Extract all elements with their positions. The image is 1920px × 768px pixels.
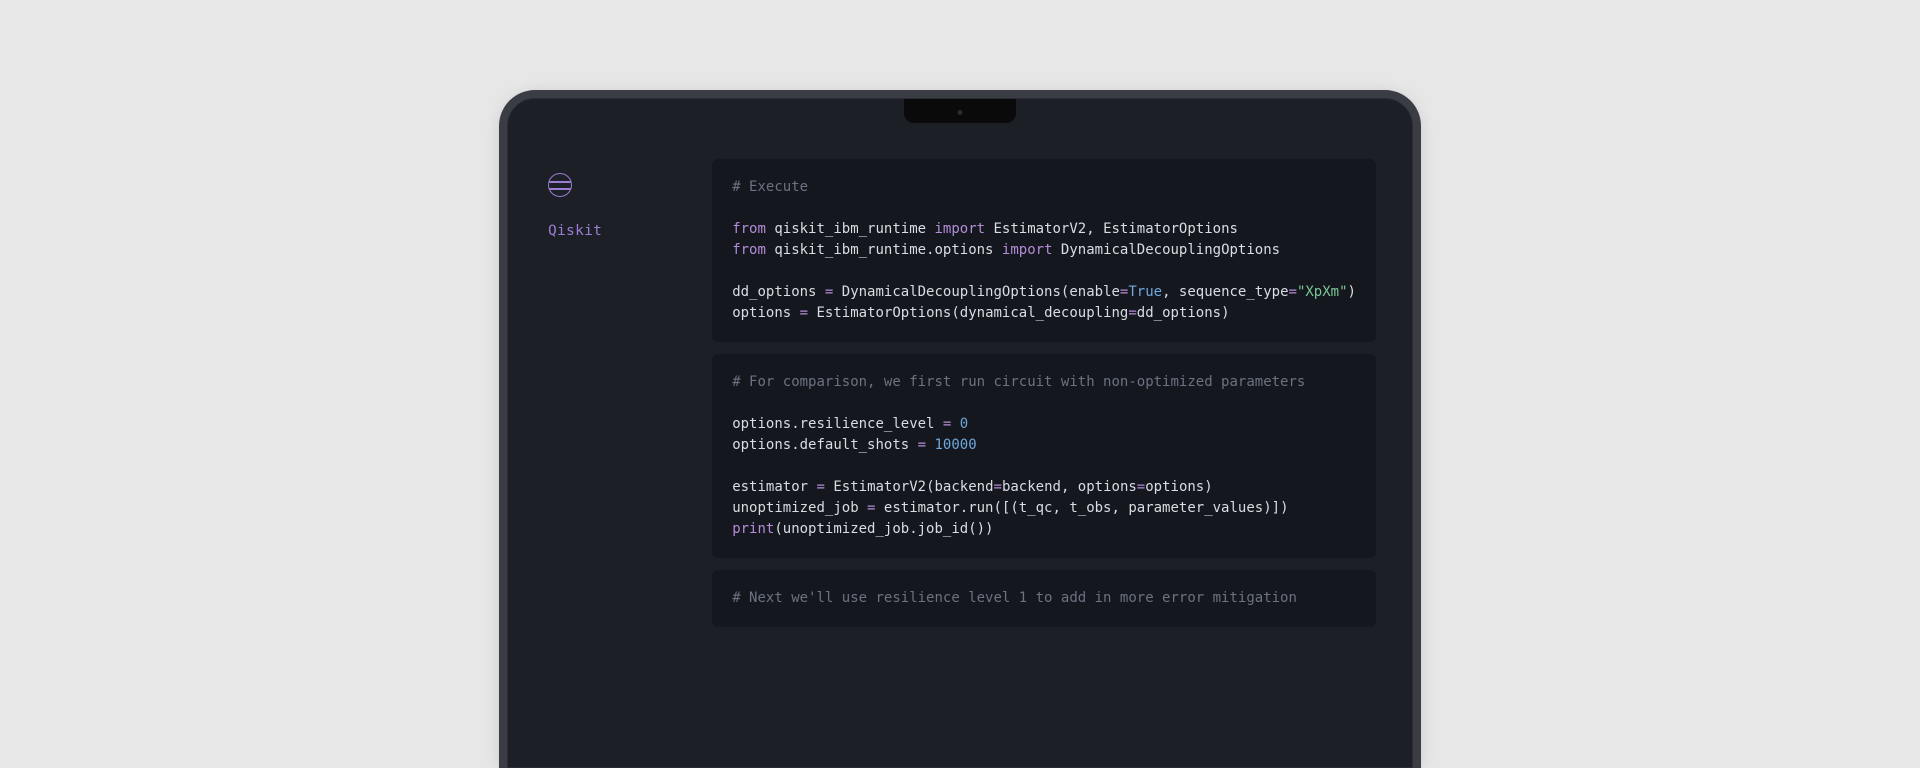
code-block[interactable]: # Execute from qiskit_ibm_runtime import…: [712, 159, 1376, 342]
qiskit-logo-icon: [548, 173, 572, 197]
screen-area: Qiskit # Execute from qiskit_ibm_runtime…: [508, 99, 1412, 627]
laptop-notch: [904, 99, 1016, 123]
code-block[interactable]: # Next we'll use resilience level 1 to a…: [712, 570, 1376, 627]
sidebar-product-label[interactable]: Qiskit: [548, 223, 602, 239]
main-content: # Execute from qiskit_ibm_runtime import…: [712, 159, 1380, 627]
laptop-frame: Qiskit # Execute from qiskit_ibm_runtime…: [507, 98, 1413, 768]
sidebar: Qiskit: [548, 159, 602, 627]
code-block[interactable]: # For comparison, we first run circuit w…: [712, 354, 1376, 558]
